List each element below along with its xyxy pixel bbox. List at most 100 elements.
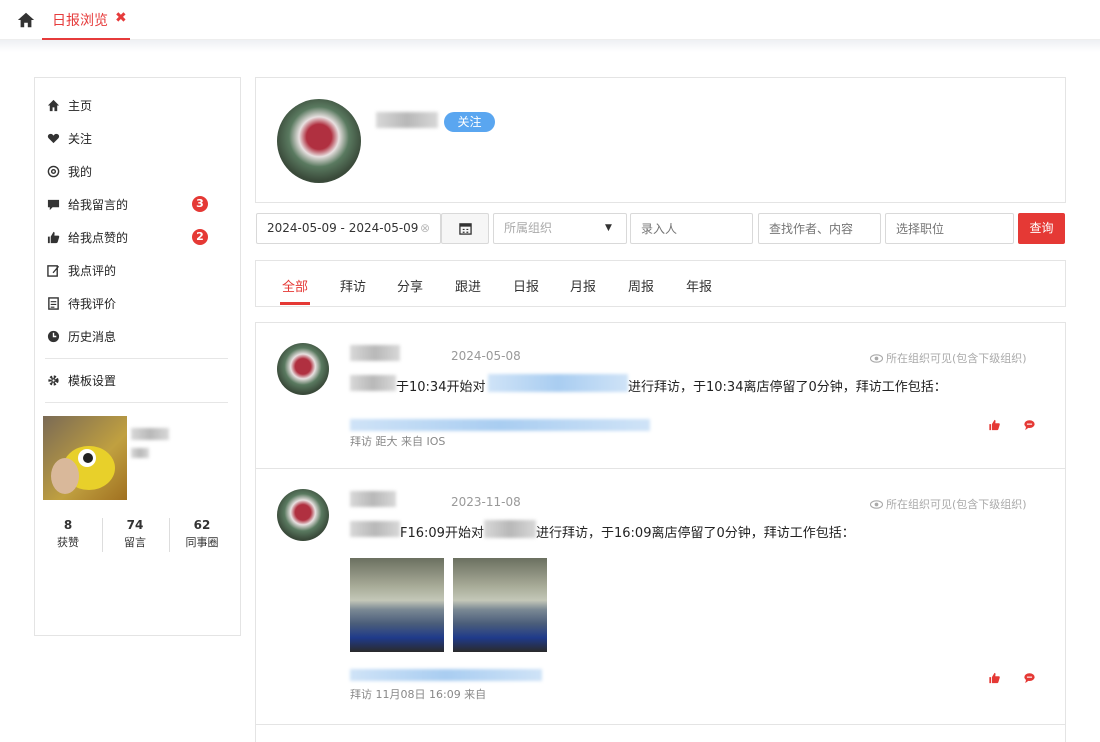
calendar-button[interactable] bbox=[441, 213, 489, 244]
visibility-label: 所在组织可见(包含下级组织) bbox=[870, 496, 1027, 512]
report-post: 2023-11-08 所在组织可见(包含下级组织) F16:09开始对 进行拜访… bbox=[256, 469, 1065, 725]
unread-badge: 2 bbox=[192, 229, 208, 245]
sidebar-item-my-reviews[interactable]: 我点评的 bbox=[47, 259, 227, 281]
stat-value: 74 bbox=[126, 518, 144, 532]
post-text-part: F16:09开始对 bbox=[400, 526, 484, 541]
sidebar-item-label: 待我评价 bbox=[68, 296, 117, 311]
tab-monthly[interactable]: 月报 bbox=[570, 276, 596, 295]
sidebar-item-template-settings[interactable]: 模板设置 bbox=[47, 369, 227, 391]
date-range-input[interactable]: 2024-05-09 - 2024-05-09 ⊗ bbox=[256, 213, 441, 244]
visibility-label: 所在组织可见(包含下级组织) bbox=[870, 350, 1027, 366]
org-select-placeholder: 所属组织 bbox=[504, 221, 553, 235]
stat-colleague-circle[interactable]: 62 同事圈 bbox=[169, 518, 235, 550]
redacted-username bbox=[131, 428, 169, 440]
stat-likes[interactable]: 8 获赞 bbox=[35, 518, 101, 550]
redacted-text bbox=[350, 521, 400, 537]
at-icon bbox=[47, 165, 60, 177]
sidebar-item-home[interactable]: 主页 bbox=[47, 94, 227, 116]
redacted-author-name bbox=[350, 491, 396, 507]
post-date: 2024-05-08 bbox=[451, 349, 521, 363]
eye-icon bbox=[870, 353, 883, 363]
post-text-part: 进行拜访，于10:34离店停留了0分钟，拜访工作包括： bbox=[628, 380, 947, 395]
position-select[interactable] bbox=[885, 213, 1014, 244]
heart-icon bbox=[47, 133, 60, 143]
query-button[interactable]: 查询 bbox=[1018, 213, 1065, 244]
calendar-icon bbox=[458, 223, 472, 235]
attachment-photo[interactable] bbox=[453, 558, 547, 652]
sidebar-item-follow[interactable]: 关注 bbox=[47, 127, 227, 149]
report-post: 2024-05-08 所在组织可见(包含下级组织) 于10:34开始对 进行拜访… bbox=[256, 323, 1065, 469]
tab-all[interactable]: 全部 bbox=[282, 276, 308, 295]
post-text-part: 进行拜访，于16:09离店停留了0分钟，拜访工作包括： bbox=[536, 526, 855, 541]
home-icon[interactable] bbox=[17, 11, 35, 29]
sidebar-item-label: 我点评的 bbox=[68, 263, 117, 278]
sidebar-item-label: 关注 bbox=[68, 131, 93, 146]
divider bbox=[45, 358, 228, 359]
eye-icon bbox=[870, 499, 883, 509]
like-icon[interactable] bbox=[988, 419, 1001, 431]
clipboard-icon bbox=[48, 296, 59, 310]
sidebar-item-history-messages[interactable]: 历史消息 bbox=[47, 325, 227, 347]
sidebar-item-label: 给我留言的 bbox=[68, 197, 129, 212]
top-tab-bar: 日报浏览 ✖ bbox=[0, 0, 1100, 40]
search-input[interactable] bbox=[758, 213, 881, 244]
home-icon bbox=[47, 99, 60, 111]
post-text-part: 于10:34开始对 bbox=[396, 380, 486, 395]
sidebar-item-mine[interactable]: 我的 bbox=[47, 160, 227, 182]
sidebar-item-label: 主页 bbox=[68, 98, 93, 113]
sidebar: 主页 关注 我的 给我留言的 3 给我点赞的 2 我点评的 待我评价 历史消息 … bbox=[34, 77, 241, 636]
edit-icon bbox=[47, 264, 60, 277]
date-range-value: 2024-05-09 - 2024-05-09 bbox=[267, 221, 419, 235]
sidebar-item-label: 模板设置 bbox=[68, 373, 117, 388]
sidebar-item-pending-review[interactable]: 待我评价 bbox=[47, 292, 227, 314]
close-icon[interactable]: ✖ bbox=[115, 10, 127, 26]
stat-value: 8 bbox=[63, 518, 73, 532]
tab-share[interactable]: 分享 bbox=[397, 276, 423, 295]
profile-avatar[interactable] bbox=[277, 99, 361, 183]
comment-icon[interactable] bbox=[1023, 419, 1036, 431]
category-tabs: 全部 拜访 分享 跟进 日报 月报 周报 年报 bbox=[255, 260, 1066, 307]
clear-circle-icon[interactable]: ⊗ bbox=[420, 214, 430, 243]
sidebar-item-label: 给我点赞的 bbox=[68, 230, 129, 245]
redacted-attachment-line bbox=[350, 669, 542, 681]
post-date: 2023-11-08 bbox=[451, 495, 521, 509]
org-select[interactable]: 所属组织 ▼ bbox=[493, 213, 627, 244]
author-avatar[interactable] bbox=[277, 489, 329, 541]
redacted-text bbox=[350, 375, 396, 391]
attachment-photo[interactable] bbox=[350, 558, 444, 652]
stat-value: 62 bbox=[193, 518, 211, 532]
stat-messages[interactable]: 74 留言 bbox=[102, 518, 168, 550]
visibility-text: 所在组织可见(包含下级组织) bbox=[886, 352, 1027, 365]
stat-label: 同事圈 bbox=[185, 536, 219, 549]
author-avatar[interactable] bbox=[277, 343, 329, 395]
tab-daily-report-browse[interactable]: 日报浏览 ✖ bbox=[42, 0, 130, 40]
user-avatar[interactable] bbox=[43, 416, 127, 500]
tab-weekly[interactable]: 周报 bbox=[628, 276, 654, 295]
tab-label: 日报浏览 bbox=[52, 13, 108, 29]
profile-card: 关注 bbox=[255, 77, 1066, 203]
comment-icon[interactable] bbox=[1023, 672, 1036, 684]
redacted-store-name bbox=[484, 520, 536, 538]
sidebar-item-likes-to-me[interactable]: 给我点赞的 2 bbox=[47, 226, 227, 248]
clock-icon bbox=[47, 330, 60, 342]
header-shadow bbox=[0, 40, 1100, 52]
like-icon[interactable] bbox=[988, 672, 1001, 684]
sidebar-item-messages-to-me[interactable]: 给我留言的 3 bbox=[47, 193, 227, 215]
redacted-author-name bbox=[350, 345, 400, 361]
thumbs-up-icon bbox=[47, 231, 60, 243]
redacted-profile-name bbox=[376, 112, 438, 128]
redacted-username bbox=[131, 448, 149, 458]
tab-daily[interactable]: 日报 bbox=[513, 276, 539, 295]
post-meta: 拜访 11月08日 16:09 来自 bbox=[350, 688, 487, 701]
follow-button[interactable]: 关注 bbox=[444, 112, 495, 132]
tab-follow-up[interactable]: 跟进 bbox=[455, 276, 481, 295]
active-tab-indicator bbox=[280, 302, 310, 305]
tab-visit[interactable]: 拜访 bbox=[340, 276, 366, 295]
redacted-store-name bbox=[488, 374, 628, 392]
comment-icon bbox=[47, 199, 60, 210]
sidebar-item-label: 我的 bbox=[68, 164, 93, 179]
stat-label: 获赞 bbox=[57, 536, 79, 549]
tab-yearly[interactable]: 年报 bbox=[686, 276, 712, 295]
recorder-input[interactable] bbox=[630, 213, 753, 244]
unread-badge: 3 bbox=[192, 196, 208, 212]
